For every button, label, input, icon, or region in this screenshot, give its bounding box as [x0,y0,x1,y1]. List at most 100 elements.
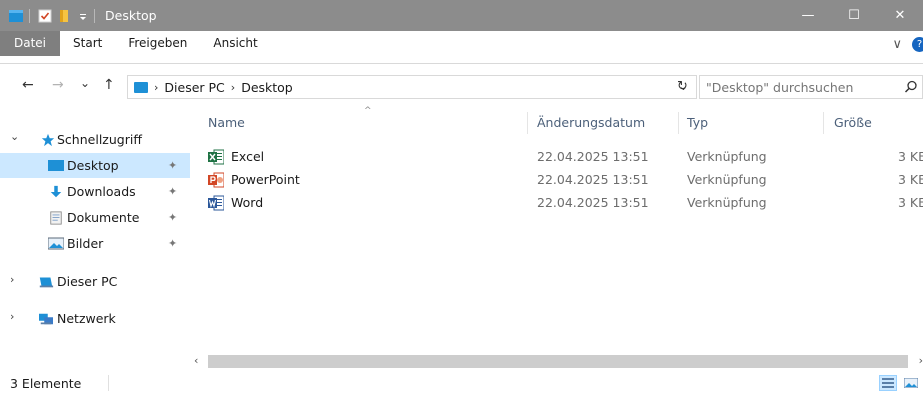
breadcrumb-separator[interactable]: › [231,81,235,94]
file-size: 3 KB [898,172,923,187]
column-divider[interactable] [678,112,679,134]
horizontal-scrollbar[interactable]: ‹ › [190,353,923,370]
breadcrumb-separator[interactable]: › [154,81,158,94]
file-row-powerpoint[interactable]: PowerPoint 22.04.2025 13:51 Verknüpfung … [198,169,923,191]
quick-access-separator [29,8,30,23]
sidebar-label: Schnellzugriff [57,132,142,147]
sidebar-item-downloads[interactable]: Downloads ✦ [0,179,190,204]
star-icon [41,133,55,146]
large-icons-view-icon [904,378,918,388]
refresh-button[interactable]: ↻ [677,79,688,94]
tab-view[interactable]: Ansicht [200,31,270,56]
back-button[interactable]: ← [22,77,34,93]
column-header-type[interactable]: Typ [687,115,708,130]
breadcrumb-desktop[interactable]: Desktop [241,80,293,95]
help-icon[interactable]: ? [912,37,923,52]
file-row-excel[interactable]: Excel 22.04.2025 13:51 Verknüpfung 3 KB [198,146,923,168]
file-date: 22.04.2025 13:51 [537,172,649,187]
expanded-chevron-icon[interactable]: ⌄ [10,130,19,143]
column-divider[interactable] [527,112,528,134]
forward-button[interactable]: → [52,77,64,93]
scroll-thumb[interactable] [208,355,908,368]
file-list: ^ Name Änderungsdatum Typ Größe Excel 22… [198,106,923,368]
this-pc-icon [134,81,148,93]
scroll-left-button[interactable]: ‹ [194,354,198,367]
sidebar-label: Bilder [67,236,104,251]
status-divider [108,375,109,391]
file-type: Verknüpfung [687,195,767,210]
network-icon [39,313,53,324]
sidebar-item-network[interactable]: › Netzwerk [0,306,190,331]
file-size: 3 KB [898,195,923,210]
sidebar-label: Dokumente [67,210,140,225]
file-date: 22.04.2025 13:51 [537,195,649,210]
sidebar-item-pictures[interactable]: Bilder ✦ [0,231,190,256]
powerpoint-icon [208,172,224,188]
address-row: ← → ⌄ ↑ › Dieser PC › Desktop ⌄ ↻ [0,64,923,109]
large-icons-view-button[interactable] [902,375,920,391]
address-bar[interactable]: › Dieser PC › Desktop ⌄ [127,75,697,99]
pin-icon[interactable]: ✦ [168,211,177,224]
documents-icon [50,210,62,225]
sidebar-label: Downloads [67,184,136,199]
sidebar-item-this-pc[interactable]: › Dieser PC [0,269,190,294]
file-name: PowerPoint [231,172,300,187]
pin-icon[interactable]: ✦ [168,185,177,198]
sidebar-label: Netzwerk [57,311,116,326]
ribbon: Datei Start Freigeben Ansicht ∨ ? [0,31,923,64]
file-date: 22.04.2025 13:51 [537,149,649,164]
ribbon-controls: ∨ ? [892,37,923,52]
window-title: Desktop [105,8,157,23]
file-type: Verknüpfung [687,149,767,164]
tab-start[interactable]: Start [60,31,115,56]
minimize-button[interactable]: — [785,0,831,31]
file-size: 3 KB [898,149,923,164]
explorer-window-icon [9,9,23,22]
close-button[interactable]: ✕ [877,0,923,31]
tab-share[interactable]: Freigeben [115,31,200,56]
file-type: Verknüpfung [687,172,767,187]
scroll-right-button[interactable]: › [919,354,923,367]
this-pc-icon [39,277,54,287]
downloads-icon [50,185,62,197]
title-bar: Desktop — ☐ ✕ [0,0,923,31]
navigation-pane: ⌄ Schnellzugriff Desktop ✦ Downloads ✦ D… [0,109,190,368]
desktop-icon [48,159,64,171]
collapsed-chevron-icon[interactable]: › [10,310,14,323]
title-separator [94,8,95,23]
column-header-date[interactable]: Änderungsdatum [537,115,645,130]
new-folder-icon[interactable] [58,9,72,23]
excel-icon [208,149,224,165]
maximize-button[interactable]: ☐ [831,0,877,31]
sidebar-label: Dieser PC [57,274,118,289]
pin-icon[interactable]: ✦ [168,237,177,250]
expand-ribbon-icon[interactable]: ∨ [892,37,902,52]
recent-locations-button[interactable]: ⌄ [80,76,90,90]
sidebar-item-quick-access[interactable]: ⌄ Schnellzugriff [0,127,190,152]
search-input[interactable] [706,79,886,95]
sort-ascending-icon: ^ [364,106,372,116]
status-bar: 3 Elemente [0,371,923,394]
column-header-size[interactable]: Größe [834,115,872,130]
search-icon[interactable] [904,80,918,94]
column-divider[interactable] [823,112,824,134]
details-view-button[interactable] [879,375,897,391]
customize-quick-access-icon[interactable] [78,9,88,23]
pin-icon[interactable]: ✦ [168,159,177,172]
sidebar-item-documents[interactable]: Dokumente ✦ [0,205,190,230]
column-header-name[interactable]: Name [208,115,245,130]
collapsed-chevron-icon[interactable]: › [10,273,14,286]
file-row-word[interactable]: Word 22.04.2025 13:51 Verknüpfung 3 KB [198,192,923,214]
sidebar-item-desktop[interactable]: Desktop ✦ [0,153,190,178]
up-button[interactable]: ↑ [103,77,115,93]
pictures-icon [48,237,64,249]
breadcrumb-this-pc[interactable]: Dieser PC [164,80,224,95]
sidebar-label: Desktop [67,158,119,173]
details-view-icon [882,378,894,388]
file-name: Word [231,195,264,210]
tab-file[interactable]: Datei [0,31,61,56]
item-count: 3 Elemente [10,376,82,391]
file-name: Excel [231,149,265,164]
search-box[interactable] [699,75,923,99]
properties-icon[interactable] [38,9,52,23]
